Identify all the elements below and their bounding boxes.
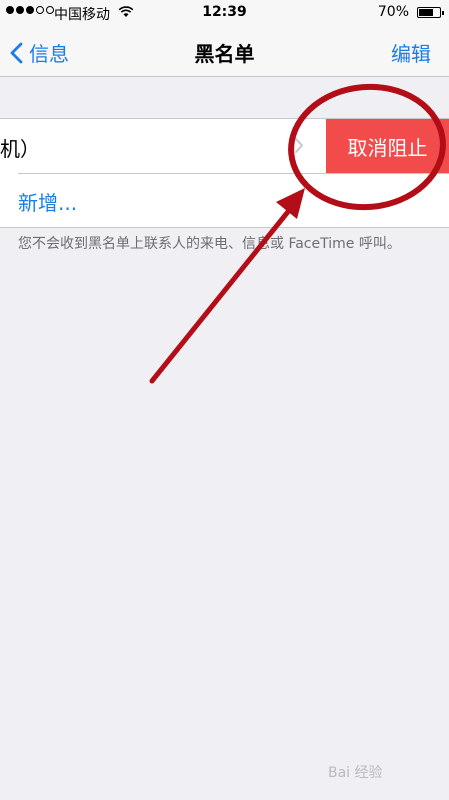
edit-button[interactable]: 编辑 (391, 38, 431, 67)
watermark-text: Bai 经验 (328, 765, 383, 781)
battery-percent: 70% (377, 4, 409, 20)
footnote: 您不会收到黑名单上联系人的来电、信息或 FaceTime 呼叫。 (18, 236, 401, 252)
chevron-right-icon (294, 137, 304, 158)
blocked-list: 机） 取消阻止 新增... (0, 118, 449, 228)
add-new-row[interactable]: 新增... (0, 174, 449, 227)
navigation-bar: 信息 黑名单 编辑 (0, 26, 449, 77)
page-title: 黑名单 (194, 42, 255, 66)
blocked-contact-row[interactable]: 机） 取消阻止 (0, 119, 449, 173)
blocked-contact-label: 机） (0, 137, 40, 161)
add-new-label: 新增... (18, 191, 78, 215)
battery-icon (417, 7, 444, 18)
status-bar: 中国移动 12:39 70% (0, 0, 449, 26)
annotation-arrow-line (149, 200, 298, 384)
unblock-button[interactable]: 取消阻止 (326, 119, 449, 173)
